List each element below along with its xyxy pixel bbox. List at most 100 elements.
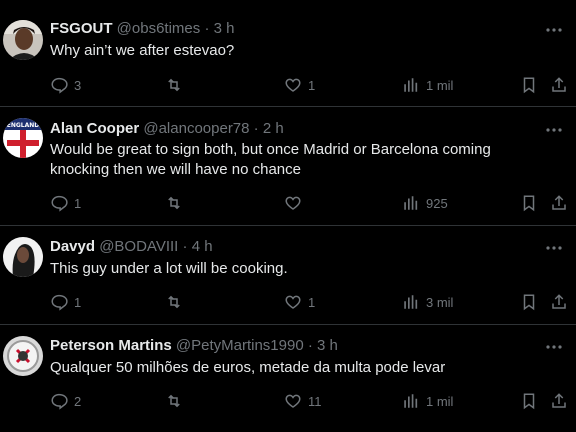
more-horizontal-icon (546, 128, 562, 132)
heart-icon (285, 196, 301, 210)
user-handle[interactable]: @obs6times (117, 20, 201, 37)
share-icon (552, 77, 566, 92)
avatar[interactable] (3, 336, 43, 376)
svg-text:ENGLAND: ENGLAND (7, 122, 40, 129)
timestamp[interactable]: 3 h (214, 20, 235, 37)
reply-button[interactable]: 1 (50, 192, 81, 214)
views-bar-chart-icon (404, 394, 418, 408)
separator-dot: · (182, 238, 188, 255)
retweet-icon (168, 78, 180, 92)
bookmark-icon (523, 195, 535, 212)
share-icon (552, 294, 566, 309)
more-options-button[interactable] (544, 238, 564, 258)
tweet[interactable]: FSGOUT @obs6times · 3 h Why ain’t we aft… (0, 0, 576, 107)
views-button[interactable]: 1 mil (402, 390, 453, 412)
tweet-header: Peterson Martins @PetyMartins1990 · 3 h (50, 336, 338, 356)
bookmark-icon (523, 77, 535, 94)
share-button[interactable] (550, 390, 568, 412)
tweet-header: Davyd @BODAVIII · 4 h (50, 237, 213, 257)
user-handle[interactable]: @alancooper78 (143, 120, 249, 137)
bookmark-button[interactable] (520, 74, 538, 96)
views-button[interactable]: 925 (402, 192, 448, 214)
tweet-header: Alan Cooper @alancooper78 · 2 h (50, 119, 284, 139)
retweet-button[interactable] (164, 192, 190, 214)
bookmark-button[interactable] (520, 390, 538, 412)
more-horizontal-icon (546, 28, 562, 32)
reply-icon (51, 77, 68, 94)
bookmark-button[interactable] (520, 192, 538, 214)
display-name[interactable]: Alan Cooper (50, 120, 139, 137)
share-button[interactable] (550, 291, 568, 313)
like-button[interactable]: 11 (284, 390, 322, 412)
reply-count: 1 (74, 195, 82, 211)
views-button[interactable]: 1 mil (402, 74, 453, 96)
like-button[interactable]: 1 (284, 74, 315, 96)
retweet-icon (168, 295, 180, 309)
separator-dot: · (253, 120, 259, 137)
like-button[interactable] (284, 192, 308, 214)
reply-button[interactable]: 1 (50, 291, 81, 313)
avatar[interactable] (3, 20, 43, 60)
heart-icon (285, 78, 301, 92)
retweet-button[interactable] (164, 74, 190, 96)
user-handle[interactable]: @PetyMartins1990 (176, 337, 304, 354)
view-count: 1 mil (426, 77, 454, 93)
display-name[interactable]: FSGOUT (50, 20, 113, 37)
tweet[interactable]: Peterson Martins @PetyMartins1990 · 3 h … (0, 325, 576, 432)
views-bar-chart-icon (404, 78, 418, 92)
avatar[interactable]: ENGLAND (3, 118, 43, 158)
more-options-button[interactable] (544, 120, 564, 140)
share-button[interactable] (550, 74, 568, 96)
share-icon (552, 393, 566, 408)
like-count: 1 (308, 77, 316, 93)
tweet-text: Why ain’t we after estevao? (50, 42, 235, 59)
user-handle[interactable]: @BODAVIII (99, 238, 178, 255)
more-options-button[interactable] (544, 20, 564, 40)
more-horizontal-icon (546, 345, 562, 349)
more-horizontal-icon (546, 246, 562, 250)
tweet-text: Would be great to sign both, but once Ma… (50, 141, 491, 178)
tweet-header: FSGOUT @obs6times · 3 h (50, 19, 234, 39)
bookmark-button[interactable] (520, 291, 538, 313)
separator-dot: · (307, 337, 313, 354)
reply-count: 3 (74, 77, 82, 93)
timeline-feed: FSGOUT @obs6times · 3 h Why ain’t we aft… (0, 0, 576, 432)
timestamp[interactable]: 2 h (263, 120, 284, 137)
avatar[interactable] (3, 237, 43, 277)
heart-icon (285, 394, 301, 408)
views-bar-chart-icon (404, 295, 418, 309)
heart-icon (285, 295, 301, 309)
timestamp[interactable]: 4 h (192, 238, 213, 255)
tweet[interactable]: ENGLAND Alan Cooper @alancooper78 · 2 h … (0, 107, 576, 226)
retweet-icon (168, 196, 180, 210)
tweet[interactable]: Davyd @BODAVIII · 4 h This guy under a l… (0, 226, 576, 325)
more-options-button[interactable] (544, 337, 564, 357)
view-count: 925 (426, 195, 448, 211)
views-button[interactable]: 3 mil (402, 291, 453, 313)
reply-icon (51, 195, 68, 212)
retweet-button[interactable] (164, 291, 190, 313)
tweet-actions: 1 925 (50, 192, 570, 214)
display-name[interactable]: Davyd (50, 238, 95, 255)
view-count: 3 mil (426, 294, 454, 310)
display-name[interactable]: Peterson Martins (50, 337, 172, 354)
tweet-actions: 3 1 1 mil (50, 74, 570, 96)
reply-count: 1 (74, 294, 82, 310)
timestamp[interactable]: 3 h (317, 337, 338, 354)
retweet-button[interactable] (164, 390, 190, 412)
bookmark-icon (523, 294, 535, 311)
reply-button[interactable]: 2 (50, 390, 81, 412)
separator-dot: · (204, 20, 210, 37)
share-button[interactable] (550, 192, 568, 214)
views-bar-chart-icon (404, 196, 418, 210)
like-button[interactable]: 1 (284, 291, 315, 313)
retweet-icon (168, 394, 180, 408)
tweet-actions: 2 11 1 mil (50, 390, 570, 412)
tweet-text: This guy under a lot will be cooking. (50, 260, 288, 277)
like-count: 1 (308, 294, 316, 310)
reply-button[interactable]: 3 (50, 74, 81, 96)
reply-count: 2 (74, 393, 82, 409)
reply-icon (51, 294, 68, 311)
like-count: 11 (308, 393, 322, 409)
tweet-actions: 1 1 3 mil (50, 291, 570, 313)
